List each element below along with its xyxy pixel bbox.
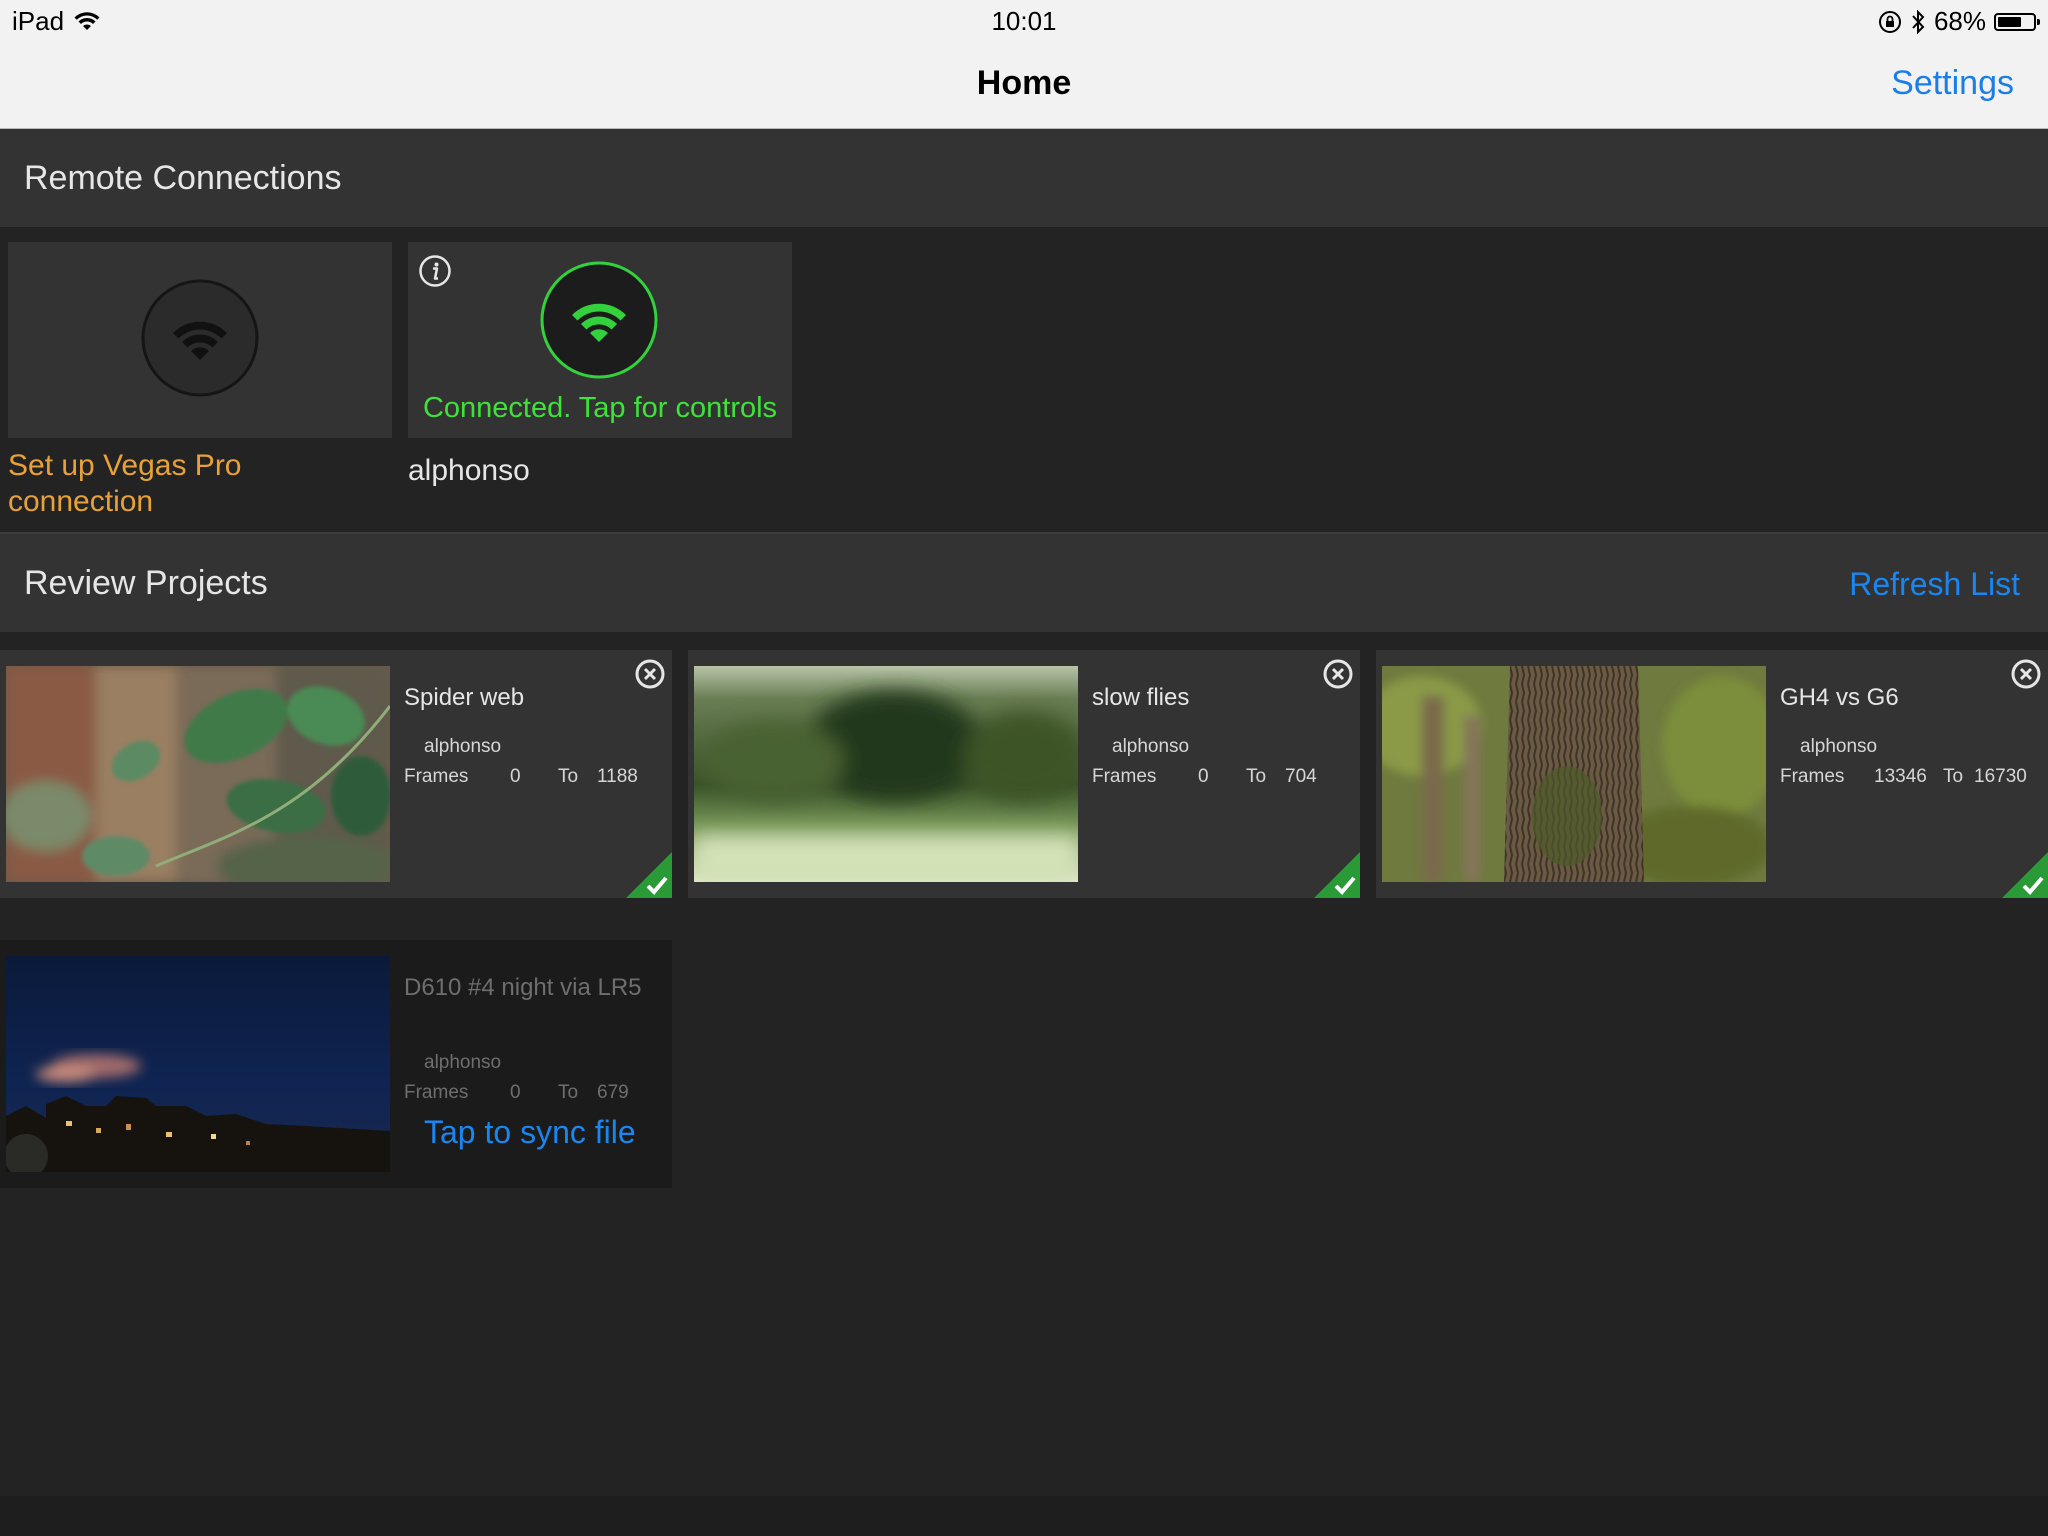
frame-end: 1188 [597,766,638,787]
remove-project-icon[interactable] [2010,658,2042,690]
project-frame-range: Frames 13346 To 16730 [1780,766,2027,788]
frame-start: 0 [510,1082,521,1103]
info-icon[interactable] [418,254,452,288]
status-bar: iPad 10:01 68% [0,0,2048,42]
project-title: slow flies [1092,684,1190,711]
synced-check-icon [1314,852,1360,898]
frame-end: 704 [1285,766,1317,787]
battery-fill [1998,16,2021,27]
review-projects-header: Review Projects Refresh List [0,532,2048,632]
navigation-bar: Home Settings [0,42,2048,129]
frame-start: 0 [510,766,521,787]
to-label: To [558,1082,579,1103]
project-thumbnail [6,666,390,882]
tap-to-sync-button[interactable]: Tap to sync file [424,1114,636,1151]
remove-project-icon[interactable] [1322,658,1354,690]
project-title: D610 #4 night via LR5 [404,974,642,1001]
frame-end: 16730 [1974,766,2027,787]
frames-label: Frames [404,1082,469,1103]
frame-start: 13346 [1874,766,1927,787]
project-thumbnail [6,956,390,1172]
to-label: To [558,766,579,787]
project-frame-range: Frames 0 To 1188 [404,766,638,788]
project-owner: alphonso [424,1052,502,1073]
remote-connection-tile[interactable]: Connected. Tap for controls [408,242,792,438]
project-title: GH4 vs G6 [1780,684,1899,711]
status-right: 68% [1878,6,2040,37]
rotation-lock-icon [1878,10,1901,33]
page-title: Home [976,64,1072,102]
setup-connection-tile[interactable] [8,242,392,438]
remote-connections-header: Remote Connections [0,129,2048,227]
project-owner: alphonso [1800,736,1878,757]
project-card[interactable]: Spider web alphonso Frames 0 To 1188 [0,650,672,898]
project-frame-range: Frames 0 To 679 [404,1082,629,1104]
wifi-disconnected-icon [141,279,259,397]
project-thumbnail [694,666,1078,882]
frame-start: 0 [1198,766,1209,787]
project-title: Spider web [404,684,525,711]
battery-percent: 68% [1933,6,1986,36]
settings-button[interactable]: Settings [1891,64,2014,103]
synced-check-icon [626,852,672,898]
frame-end: 679 [597,1082,629,1103]
connection-name: alphonso [408,454,530,487]
project-owner: alphonso [424,736,502,757]
to-label: To [1943,766,1964,787]
project-owner: alphonso [1112,736,1190,757]
bottom-strip [0,1496,2048,1536]
frames-label: Frames [404,766,469,787]
project-frame-range: Frames 0 To 704 [1092,766,1317,788]
remote-connections-title: Remote Connections [24,159,342,197]
to-label: To [1246,766,1267,787]
bluetooth-icon [1912,9,1925,34]
project-thumbnail [1382,666,1766,882]
setup-vegas-pro-link[interactable]: Set up Vegas Pro connection [8,448,308,520]
frames-label: Frames [1780,766,1845,787]
project-card-unsynced[interactable]: D610 #4 night via LR5 alphonso Frames 0 To… [0,940,672,1188]
status-time: 10:01 [991,6,1057,36]
project-card[interactable]: GH4 vs G6 alphonso Frames 13346 To 16730 [1376,650,2048,898]
frames-label: Frames [1092,766,1157,787]
synced-check-icon [2002,852,2048,898]
connection-status-text: Connected. Tap for controls [422,392,778,424]
project-card[interactable]: slow flies alphonso Frames 0 To 704 [688,650,1360,898]
battery-icon [1994,12,2040,31]
wifi-connected-icon [540,261,658,379]
remove-project-icon[interactable] [634,658,666,690]
refresh-list-button[interactable]: Refresh List [1849,566,2020,603]
review-projects-title: Review Projects [24,564,268,602]
